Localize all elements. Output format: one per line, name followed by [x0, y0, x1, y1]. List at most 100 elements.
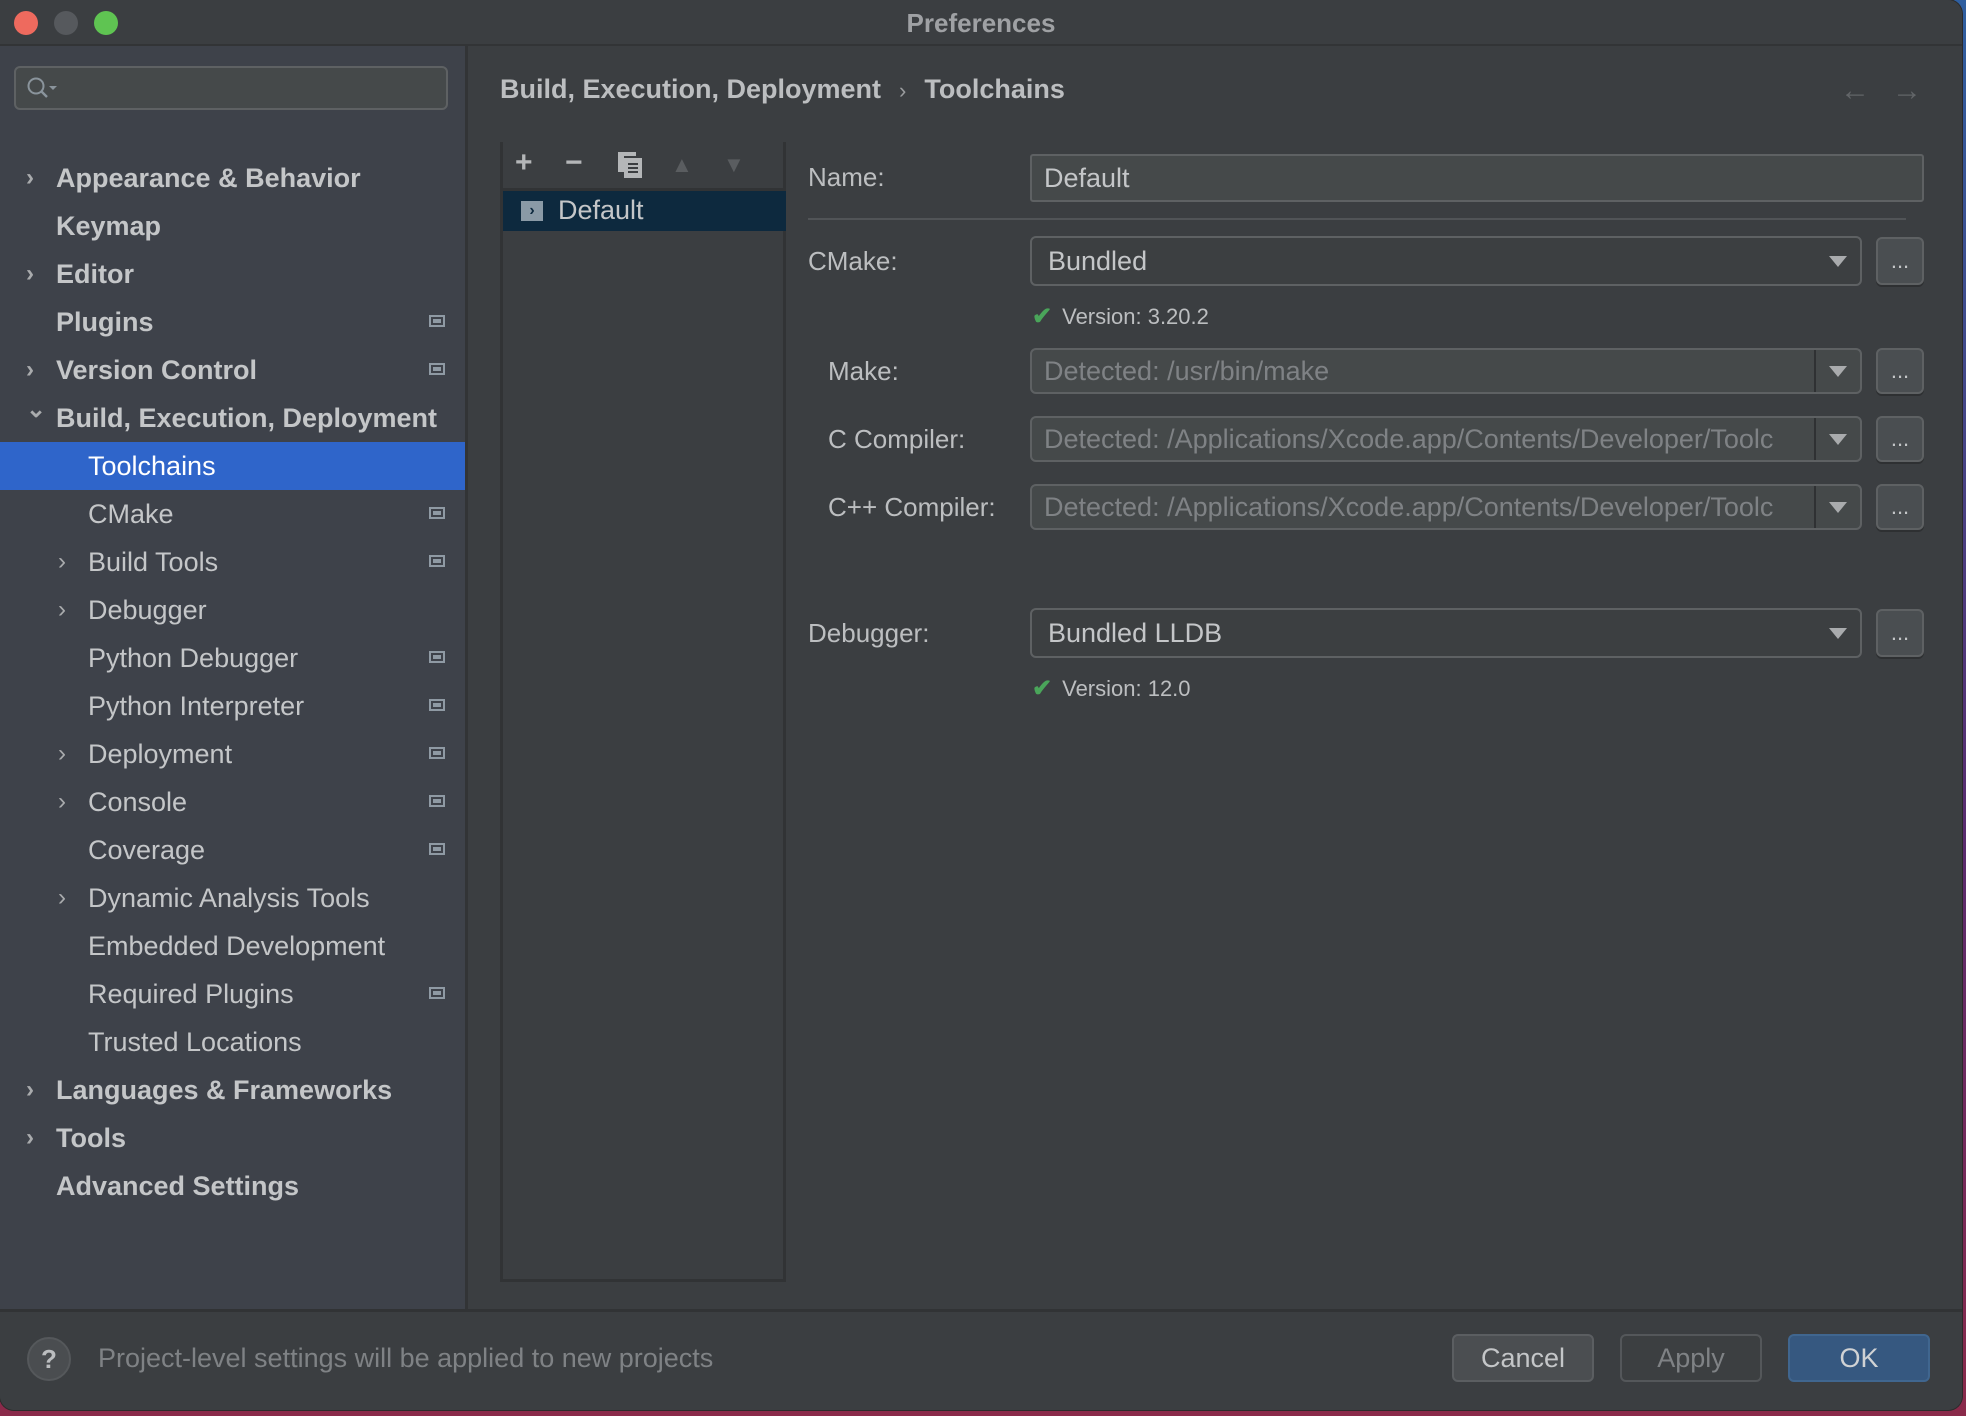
- cpp-compiler-select[interactable]: Detected: /Applications/Xcode.app/Conten…: [1030, 484, 1862, 530]
- sidebar-item-label: Dynamic Analysis Tools: [88, 883, 370, 913]
- sidebar-item-languages-frameworks[interactable]: › Languages & Frameworks: [0, 1066, 465, 1114]
- sidebar-item-label: Languages & Frameworks: [56, 1075, 393, 1105]
- sidebar-item-python-interpreter[interactable]: Python Interpreter: [0, 682, 465, 730]
- project-level-icon: [429, 795, 445, 807]
- sidebar-item-advanced-settings[interactable]: Advanced Settings: [0, 1162, 465, 1210]
- debugger-select[interactable]: Bundled LLDB: [1030, 608, 1862, 658]
- chevron-down-icon: [1814, 486, 1860, 528]
- sidebar-item-keymap[interactable]: Keymap: [0, 202, 465, 250]
- cmake-version-text: Version: 3.20.2: [1062, 304, 1209, 329]
- sidebar-item-build-tools[interactable]: › Build Tools: [0, 538, 465, 586]
- debugger-browse-button[interactable]: ...: [1876, 609, 1924, 657]
- sidebar-item-label: Python Interpreter: [88, 691, 305, 721]
- sidebar-item-python-debugger[interactable]: Python Debugger: [0, 634, 465, 682]
- project-level-icon: [429, 315, 445, 327]
- chevron-right-icon[interactable]: ›: [58, 586, 78, 634]
- sidebar-item-label: Build, Execution, Deployment: [56, 403, 438, 433]
- debugger-version-text: Version: 12.0: [1062, 676, 1191, 701]
- sidebar-item-coverage[interactable]: Coverage: [0, 826, 465, 874]
- forward-arrow-icon[interactable]: →: [1892, 74, 1922, 107]
- cpp-compiler-browse-button[interactable]: ...: [1876, 484, 1924, 530]
- back-arrow-icon[interactable]: ←: [1840, 74, 1870, 107]
- name-input[interactable]: Default: [1030, 154, 1924, 202]
- sidebar-item-trusted-locations[interactable]: Trusted Locations: [0, 1018, 465, 1066]
- sidebar-item-label: Console: [88, 787, 188, 817]
- cmake-version: ✔ Version: 3.20.2: [1032, 302, 1209, 331]
- sidebar-item-version-control[interactable]: › Version Control: [0, 346, 465, 394]
- remove-toolchain-button[interactable]: −: [565, 146, 583, 180]
- search-icon: [26, 76, 62, 107]
- sidebar-item-label: Keymap: [56, 211, 162, 241]
- sidebar-item-toolchains[interactable]: Toolchains: [0, 442, 465, 490]
- toolchains-toolbar: + − ▲ ▼: [503, 142, 786, 191]
- breadcrumb-item-build[interactable]: Build, Execution, Deployment: [500, 74, 881, 104]
- sidebar-item-debugger[interactable]: › Debugger: [0, 586, 465, 634]
- chevron-right-icon[interactable]: ›: [58, 730, 78, 778]
- sidebar-item-label: Advanced Settings: [56, 1171, 300, 1201]
- chevron-right-icon[interactable]: ›: [58, 538, 78, 586]
- move-up-button[interactable]: ▲: [671, 152, 693, 178]
- chevron-down-icon[interactable]: ⌄: [26, 386, 46, 434]
- settings-search-input[interactable]: [14, 66, 448, 110]
- sidebar-item-label: Version Control: [56, 355, 258, 385]
- sidebar-item-required-plugins[interactable]: Required Plugins: [0, 970, 465, 1018]
- make-select[interactable]: Detected: /usr/bin/make: [1030, 348, 1862, 394]
- add-toolchain-button[interactable]: +: [515, 146, 533, 180]
- cmake-select[interactable]: Bundled: [1030, 236, 1862, 286]
- window-title: Preferences: [906, 8, 1056, 38]
- apply-button[interactable]: Apply: [1620, 1334, 1762, 1382]
- chevron-right-icon[interactable]: ›: [26, 1114, 46, 1162]
- sidebar-item-appearance-behavior[interactable]: › Appearance & Behavior: [0, 154, 465, 202]
- sidebar-item-tools[interactable]: › Tools: [0, 1114, 465, 1162]
- sidebar-item-label: Debugger: [88, 595, 207, 625]
- project-level-icon: [429, 843, 445, 855]
- chevron-right-icon[interactable]: ›: [26, 250, 46, 298]
- c-compiler-select[interactable]: Detected: /Applications/Xcode.app/Conten…: [1030, 416, 1862, 462]
- sidebar-item-deployment[interactable]: › Deployment: [0, 730, 465, 778]
- settings-sidebar: › Appearance & Behavior Keymap › Editor Plugi…: [0, 46, 468, 1312]
- copy-toolchain-button[interactable]: [617, 151, 643, 187]
- chevron-right-icon[interactable]: ›: [26, 1066, 46, 1114]
- project-level-icon: [429, 507, 445, 519]
- chevron-right-icon[interactable]: ›: [26, 154, 46, 202]
- chevron-right-icon[interactable]: ›: [58, 874, 78, 922]
- sidebar-item-embedded-development[interactable]: Embedded Development: [0, 922, 465, 970]
- toolchain-list-item[interactable]: › Default: [503, 191, 786, 231]
- sidebar-item-label: Coverage: [88, 835, 206, 865]
- sidebar-item-label: Plugins: [56, 307, 154, 337]
- project-level-icon: [429, 651, 445, 663]
- debugger-value: Bundled LLDB: [1048, 618, 1223, 648]
- cmake-label: CMake:: [808, 246, 898, 276]
- sidebar-item-cmake[interactable]: CMake: [0, 490, 465, 538]
- cancel-button[interactable]: Cancel: [1452, 1334, 1594, 1382]
- breadcrumb-item-toolchains: Toolchains: [924, 74, 1065, 104]
- debugger-version: ✔ Version: 12.0: [1032, 674, 1191, 703]
- chevron-right-icon[interactable]: ›: [58, 778, 78, 826]
- sidebar-item-editor[interactable]: › Editor: [0, 250, 465, 298]
- cpp-compiler-value: Detected: /Applications/Xcode.app/Conten…: [1044, 492, 1774, 522]
- name-label: Name:: [808, 162, 885, 192]
- toolchain-name: Default: [558, 195, 644, 225]
- sidebar-item-build-execution-deployment[interactable]: ⌄ Build, Execution, Deployment: [0, 394, 465, 442]
- dialog-footer: ? Project-level settings will be applied…: [0, 1309, 1962, 1410]
- chevron-down-icon: [1816, 238, 1860, 284]
- sidebar-item-dynamic-analysis-tools[interactable]: › Dynamic Analysis Tools: [0, 874, 465, 922]
- debugger-label: Debugger:: [808, 618, 930, 648]
- sidebar-item-console[interactable]: › Console: [0, 778, 465, 826]
- c-compiler-browse-button[interactable]: ...: [1876, 416, 1924, 462]
- sidebar-item-label: CMake: [88, 499, 174, 529]
- ok-button[interactable]: OK: [1788, 1334, 1930, 1382]
- title-bar: Preferences: [0, 0, 1962, 46]
- help-button[interactable]: ?: [27, 1337, 71, 1381]
- copy-icon: [618, 152, 642, 178]
- sidebar-item-plugins[interactable]: Plugins: [0, 298, 465, 346]
- cmake-browse-button[interactable]: ...: [1876, 237, 1924, 285]
- sidebar-item-label: Tools: [56, 1123, 126, 1153]
- project-level-icon: [429, 699, 445, 711]
- move-down-button[interactable]: ▼: [723, 152, 745, 178]
- preferences-window: Preferences › Appearance & Behavior Keymap…: [0, 0, 1962, 1410]
- project-level-icon: [429, 363, 445, 375]
- project-level-icon: [429, 747, 445, 759]
- chevron-down-icon: [1814, 418, 1860, 460]
- make-browse-button[interactable]: ...: [1876, 348, 1924, 394]
